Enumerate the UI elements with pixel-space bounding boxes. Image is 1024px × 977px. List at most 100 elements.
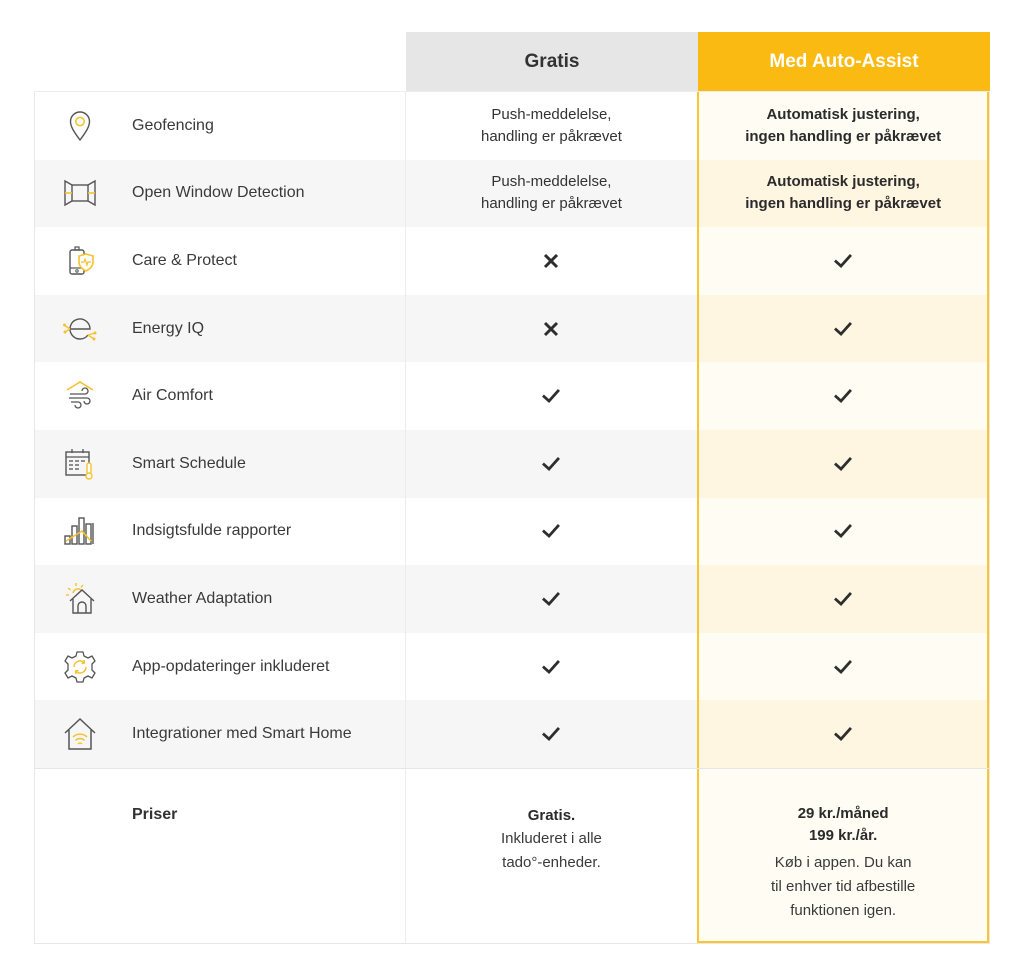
cell-text: ingen handling er påkrævet (745, 195, 942, 213)
free-cell: Push-meddelelse, handling er påkrævet (406, 92, 698, 160)
feature-cell: Care & Protect (35, 227, 406, 295)
feature-row: Weather Adaptation (35, 565, 989, 633)
pricing-label: Priser (132, 805, 178, 823)
feature-label: Smart Schedule (132, 454, 246, 472)
free-cell (405, 565, 698, 633)
cross-icon (541, 319, 561, 339)
auto-assist-cell: Automatisk justering, ingen handling er p… (697, 159, 989, 228)
feature-label: Air Comfort (132, 387, 213, 405)
table-header: Gratis Med Auto-Assist (34, 32, 990, 91)
feature-row: Care & Protect (35, 227, 989, 295)
feature-cell: Energy IQ (35, 294, 406, 363)
pricing-row: Priser Gratis. Inkluderet i alle tado°-e… (35, 767, 989, 943)
feature-row: Geofencing Push-meddelelse, handling er p… (35, 92, 989, 160)
price-note-text: til enhver tid afbestille (771, 877, 916, 895)
gear-refresh-icon (63, 650, 97, 684)
yearly-price: 199 kr./år. (808, 826, 878, 844)
column-header-free: Gratis (406, 32, 698, 91)
price-note-text: Køb i appen. Du kan (774, 853, 912, 871)
feature-row: App-opdateringer inkluderet (35, 632, 989, 701)
comparison-table: Gratis Med Auto-Assist Geofencing Push-m… (34, 32, 990, 944)
column-header-auto-assist: Med Auto-Assist (698, 32, 990, 91)
free-price-text: tado°-enheder. (502, 853, 601, 871)
check-icon (833, 724, 853, 744)
feature-cell: Indsigtsfulde rapporter (35, 497, 406, 566)
check-icon (833, 589, 853, 609)
table-body: Geofencing Push-meddelelse, handling er p… (34, 91, 990, 944)
feature-label: App-opdateringer inkluderet (132, 657, 330, 675)
free-price-cell: Gratis. Inkluderet i alle tado°-enheder. (405, 768, 698, 943)
free-price-title: Gratis. (527, 806, 576, 824)
feature-cell: Smart Schedule (35, 429, 406, 498)
air-comfort-icon (63, 379, 97, 413)
feature-label: Energy IQ (132, 319, 205, 337)
free-cell (405, 429, 698, 498)
cell-text: ingen handling er påkrævet (745, 127, 942, 145)
check-icon (541, 724, 561, 744)
cross-icon (541, 251, 561, 271)
feature-label: Care & Protect (132, 251, 237, 269)
feature-row: Smart Schedule (35, 429, 989, 498)
free-cell (405, 294, 698, 363)
sun-house-icon (63, 582, 97, 616)
free-cell (406, 498, 698, 566)
check-icon (541, 454, 561, 474)
feature-cell: Air Comfort (35, 362, 406, 430)
feature-label: Weather Adaptation (132, 589, 273, 607)
check-icon (833, 386, 853, 406)
calendar-thermometer-icon (63, 447, 97, 481)
feature-cell: Integrationer med Smart Home (35, 700, 406, 768)
feature-cell: App-opdateringer inkluderet (35, 632, 406, 701)
check-icon (541, 657, 561, 677)
check-icon (833, 521, 853, 541)
free-cell: Push-meddelelse, handling er påkrævet (405, 159, 698, 228)
free-cell (406, 633, 698, 701)
auto-assist-cell (697, 429, 989, 498)
auto-assist-cell (697, 565, 989, 633)
cell-text: Push-meddelelse, (491, 105, 612, 123)
smart-home-wifi-icon (63, 717, 97, 751)
auto-assist-cell (697, 632, 989, 701)
auto-assist-price-cell: 29 kr./måned 199 kr./år. Køb i appen. Du… (697, 768, 989, 943)
auto-assist-cell (697, 362, 989, 430)
free-cell (405, 700, 698, 768)
feature-cell: Weather Adaptation (35, 565, 406, 633)
cell-text: handling er påkrævet (480, 195, 622, 213)
check-icon (833, 319, 853, 339)
feature-cell: Geofencing (35, 92, 406, 160)
cell-text: Push-meddelelse, (491, 173, 612, 191)
feature-row: Open Window Detection Push-meddelelse, ha… (35, 159, 989, 228)
cell-text: handling er påkrævet (480, 127, 622, 145)
location-pin-icon (63, 109, 97, 143)
feature-row: Air Comfort (35, 362, 989, 430)
auto-assist-cell (697, 700, 989, 768)
check-icon (541, 521, 561, 541)
feature-label: Geofencing (132, 116, 214, 134)
bar-chart-icon (63, 514, 97, 548)
free-cell (406, 362, 698, 430)
cell-text: Automatisk justering, (766, 105, 920, 123)
price-note-text: funktionen igen. (790, 901, 897, 919)
header-blank (34, 32, 406, 91)
energy-iq-icon (63, 312, 97, 346)
open-window-icon (63, 176, 97, 210)
device-shield-icon (63, 244, 97, 278)
feature-label: Integrationer med Smart Home (132, 725, 352, 743)
feature-label: Indsigtsfulde rapporter (132, 522, 292, 540)
check-icon (833, 251, 853, 271)
feature-cell: Open Window Detection (35, 159, 406, 228)
monthly-price: 29 kr./måned (797, 804, 889, 822)
free-cell (406, 227, 698, 295)
auto-assist-cell (697, 497, 989, 566)
auto-assist-cell (697, 227, 989, 295)
free-price-text: Inkluderet i alle (501, 829, 602, 847)
check-icon (541, 589, 561, 609)
auto-assist-cell (697, 294, 989, 363)
feature-label: Open Window Detection (132, 184, 305, 202)
auto-assist-cell: Automatisk justering, ingen handling er p… (697, 92, 989, 160)
feature-row: Energy IQ (35, 294, 989, 363)
check-icon (833, 657, 853, 677)
check-icon (541, 386, 561, 406)
check-icon (833, 454, 853, 474)
feature-row: Indsigtsfulde rapporter (35, 497, 989, 566)
